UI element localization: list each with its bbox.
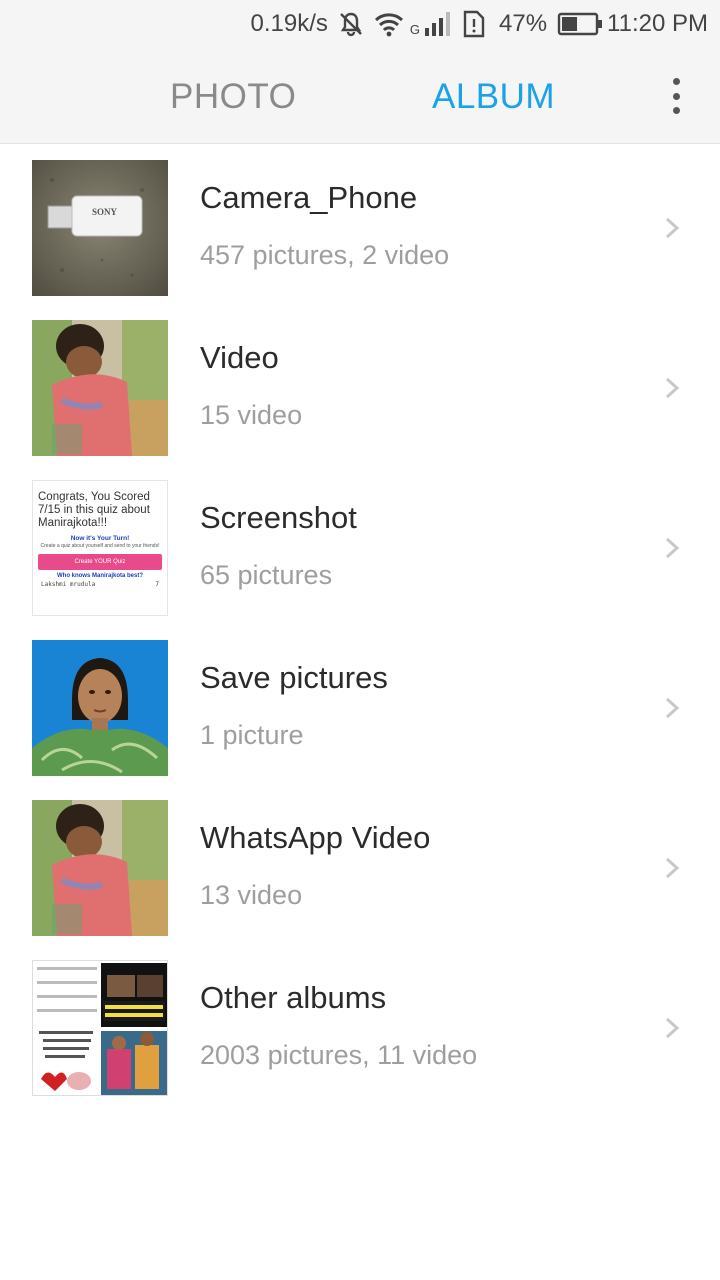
album-row-screenshot[interactable]: Congrats, You Scored 7/15 in this quiz a… — [0, 464, 720, 624]
sim-icon — [461, 10, 485, 38]
clock: 11:20 PM — [607, 10, 708, 37]
chevron-right-icon — [665, 1017, 680, 1039]
status-bar: 0.19k/s G 47% 11:20 PM — [0, 0, 720, 48]
album-list: SONY Camera_Phone 457 pictures, 2 video … — [0, 144, 720, 1104]
album-thumbnail — [32, 960, 168, 1096]
quiz-button: Create YOUR Quiz — [38, 554, 162, 570]
album-count: 457 pictures, 2 video — [200, 240, 450, 270]
album-name: Save pictures — [200, 660, 388, 695]
album-name: Video — [200, 340, 279, 375]
child-photo — [32, 800, 168, 936]
quiz-turn: Now it's Your Turn! — [70, 535, 130, 542]
album-thumbnail — [32, 640, 168, 776]
album-count: 2003 pictures, 11 video — [200, 1040, 478, 1070]
wifi-icon — [374, 11, 404, 37]
quiz-row-name: Lakshmi mrudula — [41, 581, 96, 588]
album-row-other-albums[interactable]: Other albums 2003 pictures, 11 video — [0, 944, 720, 1104]
album-name: Screenshot — [200, 500, 357, 535]
album-name: Other albums — [200, 980, 387, 1015]
album-thumbnail — [32, 320, 168, 456]
quiz-screenshot: Congrats, You Scored 7/15 in this quiz a… — [33, 481, 167, 588]
album-count: 13 video — [200, 880, 303, 910]
chevron-right-icon — [665, 697, 680, 719]
quiz-title: Congrats, You Scored 7/15 in this quiz a… — [38, 491, 150, 529]
portrait-photo — [32, 640, 168, 776]
album-thumbnail: SONY — [32, 160, 168, 296]
quiz-who: Who knows Manirajkota best? — [56, 573, 143, 579]
album-row-save-pictures[interactable]: Save pictures 1 picture — [0, 624, 720, 784]
chevron-right-icon — [665, 857, 680, 879]
header-bar: PHOTO ALBUM — [0, 48, 720, 144]
album-count: 1 picture — [200, 720, 304, 750]
signal-icon: G — [410, 11, 451, 37]
child-photo — [32, 320, 168, 456]
chevron-right-icon — [665, 537, 680, 559]
battery-icon — [557, 12, 603, 36]
tab-album[interactable]: ALBUM — [432, 48, 555, 144]
album-thumbnail: Congrats, You Scored 7/15 in this quiz a… — [32, 480, 168, 616]
collage-photo — [33, 961, 167, 1095]
album-thumbnail — [32, 800, 168, 936]
album-row-whatsapp-video[interactable]: WhatsApp Video 13 video — [0, 784, 720, 944]
album-name: WhatsApp Video — [200, 820, 431, 855]
album-count: 65 pictures — [200, 560, 333, 590]
quiz-sub: Create a quiz about yourself and send to… — [40, 543, 160, 549]
more-options-icon[interactable] — [666, 78, 686, 114]
quiz-row-score: 7 — [155, 581, 159, 588]
chevron-right-icon — [665, 377, 680, 399]
svg-text:SONY: SONY — [92, 207, 118, 217]
tab-photo[interactable]: PHOTO — [170, 48, 296, 144]
network-type: G — [409, 22, 420, 37]
mute-bell-icon — [338, 11, 364, 37]
album-row-camera-phone[interactable]: SONY Camera_Phone 457 pictures, 2 video — [0, 144, 720, 304]
album-count: 15 video — [200, 400, 303, 430]
album-row-video[interactable]: Video 15 video — [0, 304, 720, 464]
battery-percent: 47% — [499, 10, 548, 37]
album-name: Camera_Phone — [200, 180, 418, 215]
usb-drive-photo: SONY — [32, 160, 168, 296]
net-speed: 0.19k/s — [250, 10, 328, 37]
chevron-right-icon — [665, 217, 680, 239]
